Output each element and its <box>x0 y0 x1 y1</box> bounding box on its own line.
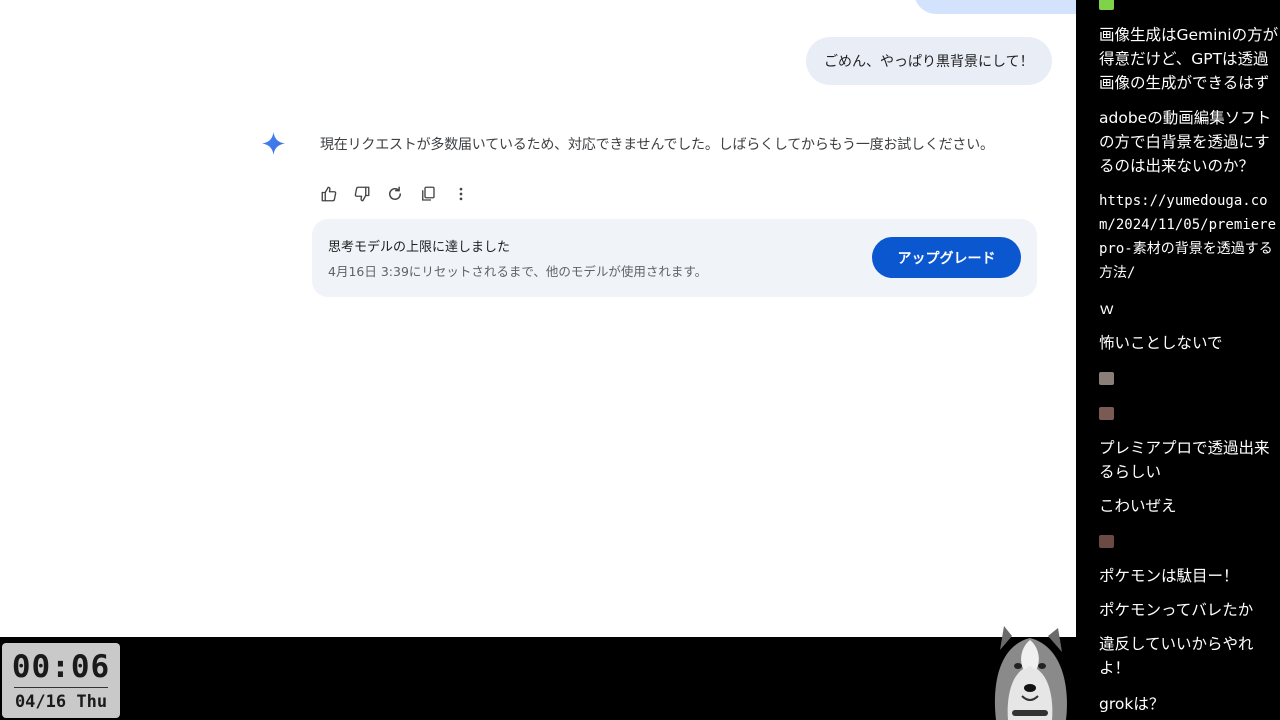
comment-item: こわいぜえ <box>1099 497 1177 515</box>
comment-feed: 画像生成はGeminiの方が得意だけど、GPTは透過画像の生成ができるはず ad… <box>1076 0 1280 720</box>
comment-item: ポケモンは駄目ー！ <box>1099 567 1239 585</box>
clock-widget: 00:06 04/16 Thu <box>2 643 120 718</box>
user-avatar-icon <box>1099 372 1114 385</box>
user-message-text: ごめん、やっぱり黒背景にして！ <box>824 54 1034 70</box>
copy-button[interactable] <box>417 183 439 205</box>
previous-user-bubble <box>914 0 1076 14</box>
comment-item: grokは？ <box>1099 695 1165 713</box>
limit-subtitle: 4月16日 3:39にリセットされるまで、他のモデルが使用されます。 <box>328 264 708 279</box>
comment-item: 違反していいからやれよ！ <box>1099 635 1254 677</box>
response-text: 現在リクエストが多数届いているため、対応できませんでした。しばらくしてからもう一… <box>320 137 994 153</box>
clock-time: 00:06 <box>11 649 111 685</box>
thumb-down-icon <box>354 186 370 202</box>
regenerate-button[interactable] <box>384 183 406 205</box>
comment-item: 画像生成はGeminiの方が得意だけど、GPTは透過画像の生成ができるはず <box>1099 26 1279 92</box>
gemini-sparkle-icon <box>262 132 285 155</box>
comment-item: ｗ <box>1099 300 1115 318</box>
user-message-bubble: ごめん、やっぱり黒背景にして！ <box>806 37 1052 85</box>
model-limit-card: 思考モデルの上限に達しました 4月16日 3:39にリセットされるまで、他のモデ… <box>312 219 1037 297</box>
more-vert-icon <box>459 187 463 201</box>
user-avatar-icon <box>1099 535 1114 548</box>
thumb-up-icon <box>321 186 337 202</box>
thumb-down-button[interactable] <box>351 183 373 205</box>
comment-item: adobeの動画編集ソフトの方で白背景を透過にするのは出来ないのか？ <box>1099 109 1272 175</box>
response-actions <box>318 183 472 205</box>
thumb-up-button[interactable] <box>318 183 340 205</box>
comment-item: ポケモンってバレたか <box>1099 601 1254 619</box>
limit-title: 思考モデルの上限に達しました <box>328 240 511 255</box>
refresh-icon <box>389 186 401 200</box>
user-avatar-icon <box>1099 407 1114 420</box>
upgrade-button[interactable]: アップグレード <box>872 237 1021 278</box>
user-avatar-icon <box>1099 0 1114 10</box>
comment-item: 怖いことしないで <box>1099 334 1223 352</box>
more-options-button[interactable] <box>450 183 472 205</box>
copy-icon <box>422 186 435 201</box>
husky-avatar <box>994 626 1067 720</box>
clock-divider <box>14 687 108 688</box>
clock-date: 04/16 Thu <box>14 692 108 712</box>
comment-item: https://yumedouga.com/2024/11/05/premier… <box>1099 193 1277 281</box>
chat-panel: ごめん、やっぱり黒背景にして！ 現在リクエストが多数届いているため、対応できませ… <box>0 0 1076 637</box>
comment-item: プレミアプロで透過出来るらしい <box>1099 439 1270 481</box>
